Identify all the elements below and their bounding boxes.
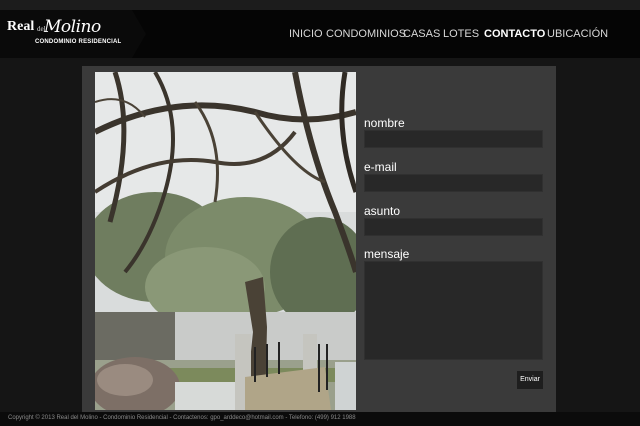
nav-condominios[interactable]: CONDOMINIOS xyxy=(326,27,406,41)
top-strip xyxy=(0,0,640,10)
nav-contacto[interactable]: CONTACTO xyxy=(484,27,545,41)
nav-ubicacion[interactable]: UBICACIÓN xyxy=(547,27,608,41)
nombre-field[interactable] xyxy=(364,130,543,148)
asunto-label: asunto xyxy=(364,204,401,218)
nav-lotes[interactable]: LOTES xyxy=(443,27,479,41)
mensaje-textarea[interactable] xyxy=(364,261,543,360)
nombre-label: nombre xyxy=(364,116,405,130)
footer-copyright: Copyright © 2013 Real del Molino - Condo… xyxy=(8,415,356,421)
nav-casas[interactable]: CASAS xyxy=(403,27,440,41)
asunto-field[interactable] xyxy=(364,218,543,236)
logo-arrow-shape xyxy=(132,10,146,58)
email-field[interactable] xyxy=(364,174,543,192)
nav-inicio[interactable]: INICIO xyxy=(289,27,323,41)
mensaje-label: mensaje xyxy=(364,247,410,261)
logo-real: Real xyxy=(7,19,35,34)
logo-subtitle: CONDOMINIO RESIDENCIAL xyxy=(35,39,122,45)
enviar-button[interactable]: Enviar xyxy=(517,371,543,389)
site-logo[interactable]: Real del Molino CONDOMINIO RESIDENCIAL xyxy=(0,10,132,58)
logo-molino: Molino xyxy=(44,17,101,37)
site-footer: Copyright © 2013 Real del Molino - Condo… xyxy=(0,412,640,426)
garden-photo xyxy=(95,72,356,410)
email-label: e-mail xyxy=(364,160,397,174)
